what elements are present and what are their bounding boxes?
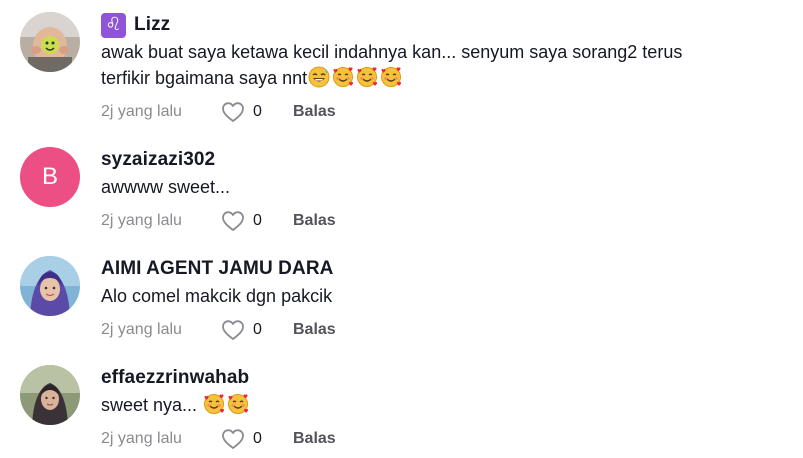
like-count: 0 (253, 430, 262, 447)
smiling-hearts-emoji (333, 67, 354, 87)
comment-text-line: Alo comel makcik dgn pakcik (101, 286, 333, 306)
like-count: 0 (253, 103, 262, 120)
reply-button[interactable]: Balas (293, 430, 336, 448)
like-button[interactable]: 0 (221, 210, 293, 232)
comment-meta: 2j yang lalu 0 Balas (101, 208, 783, 234)
reply-button[interactable]: Balas (293, 321, 336, 339)
comment-text: awak buat saya ketawa kecil indahnya kan… (101, 39, 783, 91)
comment-text: awwww sweet... (101, 174, 783, 200)
comment-body: AIMI AGENT JAMU DARA Alo comel makcik dg… (101, 256, 783, 343)
grinning-sweat-emoji (308, 66, 330, 88)
comment-text: Alo comel makcik dgn pakcik (101, 283, 783, 309)
comment-text-line: awwww sweet... (101, 177, 231, 197)
reply-button[interactable]: Balas (293, 103, 336, 121)
comment-time: 2j yang lalu (101, 321, 182, 338)
heart-icon[interactable] (221, 428, 245, 450)
username[interactable]: syzaizazi302 (101, 149, 215, 171)
comment-body: ♌ Lizz awak buat saya ketawa kecil indah… (101, 12, 783, 125)
username[interactable]: AIMI AGENT JAMU DARA (101, 258, 333, 280)
heart-icon[interactable] (221, 210, 245, 232)
heart-icon[interactable] (221, 101, 245, 123)
comment-meta: 2j yang lalu 0 Balas (101, 99, 783, 125)
smiling-hearts-emoji (204, 394, 225, 414)
comment-meta: 2j yang lalu 0 Balas (101, 426, 783, 452)
avatar[interactable] (20, 365, 80, 425)
heart-icon[interactable] (221, 319, 245, 341)
comment-text: sweet nya... (101, 392, 783, 418)
comment-body: effaezzrinwahab sweet nya... 2j yang lal… (101, 365, 783, 452)
like-button[interactable]: 0 (221, 319, 293, 341)
avatar[interactable]: B (20, 147, 80, 207)
comment-body: syzaizazi302 awwww sweet... 2j yang lalu… (101, 147, 783, 234)
comment-time: 2j yang lalu (101, 103, 182, 120)
username[interactable]: Lizz (134, 14, 170, 36)
avatar[interactable] (20, 256, 80, 316)
comment-time: 2j yang lalu (101, 430, 182, 447)
emoji-group (203, 393, 249, 415)
smiling-hearts-emoji (381, 67, 402, 87)
avatar[interactable] (20, 12, 80, 72)
like-button[interactable]: 0 (221, 428, 293, 450)
comment-text-line: sweet nya... (101, 395, 198, 415)
emoji-group (308, 66, 402, 88)
like-button[interactable]: 0 (221, 101, 293, 123)
leo-zodiac-icon: ♌ (101, 12, 126, 38)
username[interactable]: effaezzrinwahab (101, 367, 249, 389)
reply-button[interactable]: Balas (293, 212, 336, 230)
comment-meta: 2j yang lalu 0 Balas (101, 317, 783, 343)
comment-time: 2j yang lalu (101, 212, 182, 229)
like-count: 0 (253, 212, 262, 229)
comment-text-line: awak buat saya ketawa kecil indahnya kan… (101, 42, 683, 62)
comment-text-line: terfikir bgaimana saya nnt (101, 68, 308, 88)
smiling-hearts-emoji (357, 67, 378, 87)
smiling-hearts-emoji (228, 394, 249, 414)
like-count: 0 (253, 321, 262, 338)
